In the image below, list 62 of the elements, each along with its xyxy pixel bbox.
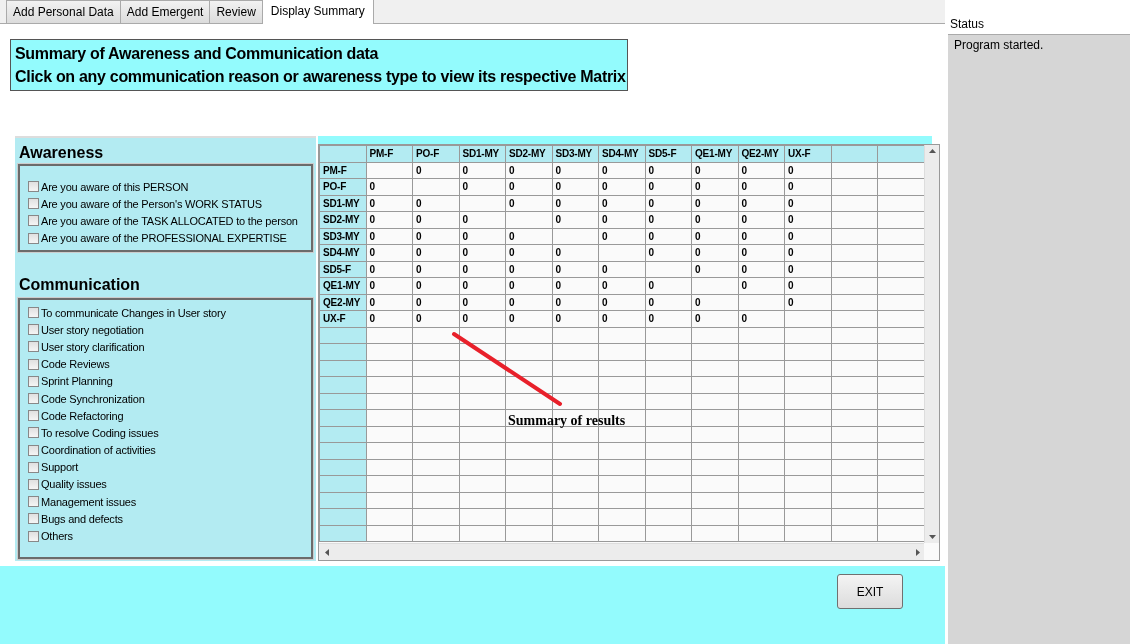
checkbox[interactable]: [28, 198, 39, 210]
checkbox-label[interactable]: Are you aware of the TASK ALLOCATED to the person: [41, 214, 298, 227]
checkbox[interactable]: [28, 444, 39, 456]
checkbox-label[interactable]: Bugs and defects: [41, 512, 123, 525]
vertical-scrollbar[interactable]: [924, 145, 939, 543]
annotation-text: Summary of results: [508, 413, 626, 429]
column-header: QE1-MY: [691, 145, 738, 162]
column-header: SD3-MY: [552, 145, 599, 162]
column-header: SD2-MY: [505, 145, 552, 162]
checkbox-label[interactable]: Quality issues: [41, 478, 107, 491]
checkbox-label[interactable]: Are you aware of the Person's WORK STATUS: [41, 197, 262, 210]
checkbox[interactable]: [28, 530, 39, 542]
title-text: Summary of Awareness and Communication data: [15, 44, 380, 64]
checkbox-label[interactable]: Code Synchronization: [41, 392, 145, 405]
horizontal-scrollbar[interactable]: [319, 543, 924, 560]
checkbox[interactable]: [28, 358, 39, 370]
checkbox-label[interactable]: Management issues: [41, 495, 137, 508]
checkbox[interactable]: [28, 341, 39, 353]
checkbox[interactable]: [28, 215, 39, 227]
column-header: PM-F: [366, 145, 413, 162]
checkbox[interactable]: [28, 375, 39, 387]
checkbox[interactable]: [28, 496, 39, 508]
column-header: SD5-F: [645, 145, 692, 162]
checkbox-label[interactable]: User story clarification: [41, 340, 145, 353]
checkbox[interactable]: [28, 410, 39, 422]
checkbox-label[interactable]: Support: [41, 461, 79, 474]
tab[interactable]: Add Emergent: [119, 0, 211, 23]
tab[interactable]: Add Personal Data: [6, 0, 121, 23]
scroll-up-icon[interactable]: [928, 149, 936, 153]
checkbox-label[interactable]: Others: [41, 530, 73, 543]
column-header: UX-F: [784, 145, 831, 162]
checkbox-label[interactable]: Code Reviews: [41, 358, 110, 371]
checkbox[interactable]: [28, 307, 39, 319]
checkbox[interactable]: [28, 513, 39, 525]
checkbox[interactable]: [28, 232, 39, 244]
checkbox[interactable]: [28, 393, 39, 405]
checkbox-label[interactable]: Are you aware of this PERSON: [41, 180, 189, 193]
checkbox[interactable]: [28, 427, 39, 439]
checkbox[interactable]: [28, 461, 39, 473]
scroll-right-icon[interactable]: [916, 548, 920, 556]
column-header: QE2-MY: [738, 145, 785, 162]
scroll-down-icon[interactable]: [928, 535, 936, 539]
tab[interactable]: Display Summary: [261, 0, 374, 24]
tab[interactable]: Review: [209, 0, 263, 23]
checkbox-label[interactable]: Are you aware of the PROFESSIONAL EXPERTISE: [41, 232, 287, 245]
scroll-left-icon[interactable]: [325, 548, 329, 556]
checkbox-label[interactable]: To resolve Coding issues: [41, 426, 159, 439]
checkbox[interactable]: [28, 181, 39, 193]
checkbox-label[interactable]: Coordination of activities: [41, 444, 156, 457]
column-header: SD1-MY: [459, 145, 506, 162]
status-message: Program started.: [954, 38, 1044, 52]
section-heading: Communication: [18, 275, 141, 294]
checkbox-label[interactable]: Code Refactoring: [41, 409, 124, 422]
checkbox[interactable]: [28, 324, 39, 336]
column-header: SD4-MY: [598, 145, 645, 162]
checkbox[interactable]: [28, 478, 39, 490]
exit-button[interactable]: EXIT: [837, 574, 903, 609]
checkbox-label[interactable]: Sprint Planning: [41, 375, 113, 388]
checkbox-label[interactable]: User story negotiation: [41, 323, 144, 336]
section-heading: Awareness: [18, 143, 105, 162]
checkbox-label[interactable]: To communicate Changes in User story: [41, 306, 226, 319]
column-header: PO-F: [412, 145, 459, 162]
